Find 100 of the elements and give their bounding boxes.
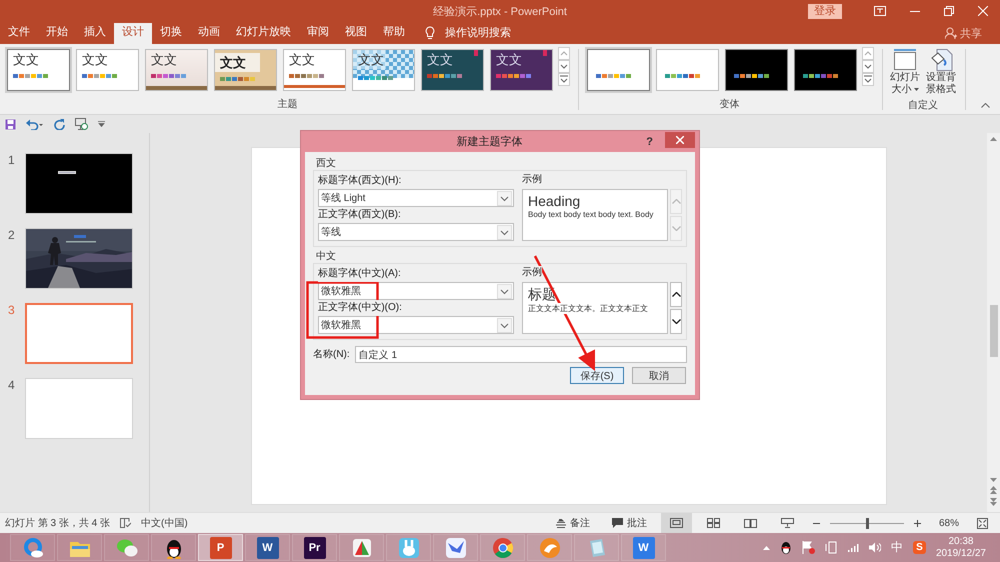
ribbon-tab[interactable]: 视图 <box>337 23 375 44</box>
language-label: 中文(中国) <box>141 516 188 530</box>
scrollbar-thumb[interactable] <box>990 305 998 357</box>
slide-thumbnail[interactable] <box>25 303 133 364</box>
caret-icon <box>497 318 512 332</box>
view-button[interactable] <box>660 512 692 534</box>
ribbon-tab[interactable]: 切换 <box>152 23 190 44</box>
zoom-level[interactable]: 68% <box>938 518 959 528</box>
theme-sample-text: 文文 <box>12 52 40 69</box>
theme-thumbnail[interactable] <box>725 49 788 91</box>
more-button[interactable] <box>862 73 874 86</box>
theme-sample-text: 文文 <box>353 50 386 69</box>
show-hidden-icons-icon[interactable] <box>762 546 770 550</box>
reading-view-icon <box>744 518 757 528</box>
theme-thumbnail[interactable]: 文文 <box>7 49 70 91</box>
slide-thumbnail[interactable] <box>25 378 133 439</box>
fit-to-window-icon[interactable] <box>977 518 988 528</box>
comments-button[interactable]: 批注 <box>604 516 655 530</box>
scroll-up-arrow-icon[interactable] <box>990 137 997 141</box>
redo-icon[interactable] <box>54 118 65 130</box>
font-dropdown[interactable]: 等线 Light <box>318 189 514 207</box>
scroll-down-arrow-icon[interactable] <box>990 478 997 482</box>
slide-size-button[interactable]: 幻灯片 大小 <box>889 47 921 98</box>
theme-thumbnail[interactable]: 文文 <box>145 49 208 91</box>
theme-thumbnail[interactable]: 文文 <box>490 49 553 91</box>
preview-body: Body text body text body text. Body <box>528 210 654 219</box>
customize-menu-icon[interactable] <box>98 121 105 127</box>
volume-icon[interactable] <box>868 542 881 553</box>
close-icon[interactable] <box>978 6 988 16</box>
ribbon-tab[interactable]: 帮助 <box>375 23 413 44</box>
rabbit-icon <box>398 536 420 558</box>
taskbar-app[interactable]: Pr <box>292 534 337 561</box>
notes-button[interactable]: 备注 <box>548 516 598 530</box>
device-icon[interactable] <box>824 541 837 554</box>
cancel-button[interactable]: 取消 <box>632 367 686 384</box>
field-label: 标题字体(中文)(A): <box>318 266 401 282</box>
app-logo-icon: W <box>632 536 654 558</box>
slide-thumbnail[interactable] <box>25 153 133 214</box>
ribbon-tab[interactable]: 设计 <box>114 23 152 44</box>
theme-thumbnail[interactable]: 文文 <box>76 49 139 91</box>
app-logo-icon: Pr <box>304 536 326 558</box>
taskbar-app[interactable] <box>151 534 196 561</box>
slide-count: 幻灯片 第 3 张，共 4 张 <box>5 516 110 530</box>
presentation-icon[interactable] <box>75 118 88 130</box>
slide-size-icon <box>893 49 917 71</box>
penguin-icon[interactable] <box>780 540 792 554</box>
collapse-ribbon-icon[interactable] <box>981 103 990 108</box>
scroll-up-button[interactable] <box>670 282 682 307</box>
signal-icon[interactable] <box>846 542 859 552</box>
font-dropdown[interactable]: 等线 <box>318 223 514 241</box>
ribbon-tab[interactable]: 幻灯片放映 <box>228 23 299 44</box>
previous-slide-icon[interactable] <box>990 486 997 494</box>
group-label: 自定义 <box>907 98 939 113</box>
preview-body: 正文文本正文文本。正文文本正文 <box>528 303 648 314</box>
theme-thumbnail[interactable]: 文文 <box>214 49 277 91</box>
theme-thumbnail[interactable] <box>794 49 857 91</box>
close-button[interactable] <box>665 132 695 148</box>
ribbon-tab[interactable]: 审阅 <box>299 23 337 44</box>
help-button[interactable]: ? <box>644 136 655 148</box>
zoom-slider-thumb[interactable] <box>866 518 869 528</box>
taskbar-app[interactable]: W <box>245 534 290 561</box>
theme-thumbnail[interactable]: 文文 <box>283 49 346 91</box>
save-button[interactable]: 保存(S) <box>570 367 624 384</box>
restore-icon[interactable] <box>944 6 954 16</box>
next-slide-icon[interactable] <box>990 498 997 506</box>
bird-icon <box>444 536 466 558</box>
taskbar-app[interactable]: W <box>621 534 666 561</box>
ring-icon <box>22 536 44 558</box>
book-check-icon[interactable] <box>120 518 132 528</box>
fan-icon <box>350 536 372 558</box>
chevron-down-icon <box>672 319 680 324</box>
font-dropdown[interactable]: 微软雅黑 <box>318 316 514 334</box>
theme-thumbnail[interactable] <box>656 49 719 91</box>
name-field[interactable]: 自定义 1 <box>354 346 687 363</box>
save-icon[interactable] <box>5 118 16 130</box>
format-background-button[interactable]: 设置背 景格式 <box>925 47 957 98</box>
app-logo-icon: P <box>210 536 232 558</box>
theme-thumbnail[interactable] <box>587 49 650 91</box>
flag-icon[interactable] <box>802 541 815 554</box>
ribbon-tab[interactable]: 开始 <box>38 23 76 44</box>
share-button[interactable]: 共享 <box>939 23 988 44</box>
tell-me-search[interactable]: 操作说明搜索 <box>441 23 515 44</box>
font-dropdown[interactable]: 微软雅黑 <box>318 282 514 300</box>
close-icon <box>676 136 684 144</box>
chat-bubbles-icon <box>116 536 138 558</box>
more-button[interactable] <box>558 73 570 86</box>
ribbon-tab[interactable]: 动画 <box>190 23 228 44</box>
ribbon-tab[interactable]: 文件 <box>0 23 38 44</box>
lightbulb-icon <box>425 26 435 40</box>
ribbon-display-icon[interactable] <box>874 6 886 16</box>
theme-sample-text: 文文 <box>150 52 178 69</box>
taskbar-app[interactable]: P <box>198 534 243 561</box>
theme-thumbnail[interactable]: 文文 <box>421 49 484 91</box>
undo-icon[interactable] <box>26 118 44 130</box>
slide-number: 2 <box>7 228 16 242</box>
zoom-in-icon[interactable] <box>914 520 921 526</box>
scroll-down-button[interactable] <box>670 309 682 334</box>
chevron-up-icon <box>672 292 680 297</box>
ribbon-tab[interactable]: 插入 <box>76 23 114 44</box>
theme-thumbnail[interactable]: 文文 <box>352 49 415 91</box>
